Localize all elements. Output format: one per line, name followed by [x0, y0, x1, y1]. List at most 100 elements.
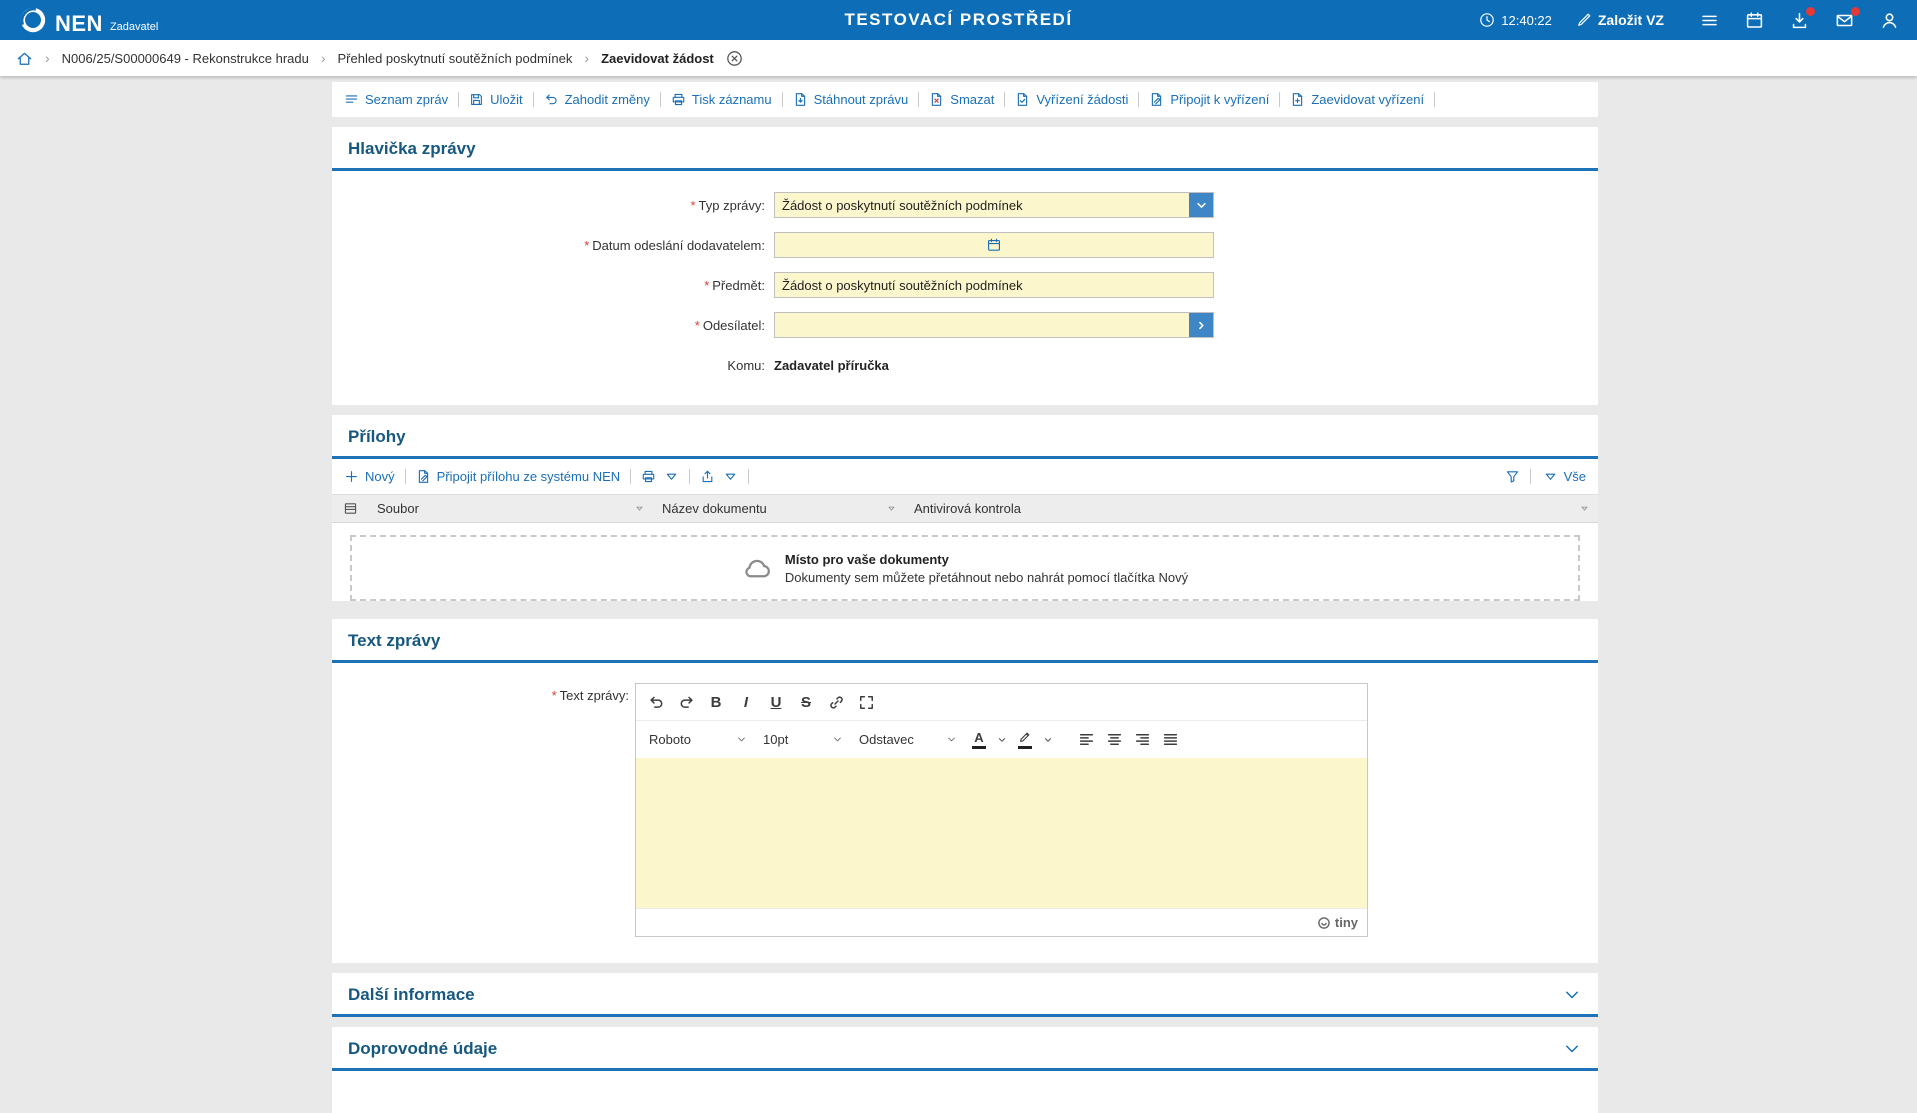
section-accompanying-data: Doprovodné údaje — [332, 1027, 1598, 1113]
align-justify-button[interactable] — [1156, 726, 1184, 754]
nen-home-link[interactable]: NEN Zadavatel — [18, 5, 158, 35]
list-icon — [344, 92, 359, 107]
align-right-icon — [1134, 731, 1151, 748]
calendar-icon — [1745, 11, 1764, 30]
toolbar-seznam-zprav[interactable]: Seznam zpráv — [344, 92, 448, 107]
filter-caret-icon[interactable] — [887, 504, 896, 513]
dropzone-subtitle: Dokumenty sem můžete přetáhnout nebo nah… — [785, 570, 1188, 585]
brand-name: NEN — [55, 13, 103, 35]
toolbar-smazat[interactable]: Smazat — [929, 92, 994, 107]
breadcrumb-item-current: Zaevidovat žádost — [601, 51, 714, 66]
column-header-soubor: Soubor — [368, 495, 653, 522]
font-size-select[interactable]: 10pt — [756, 726, 850, 754]
divider — [533, 92, 534, 107]
undo-button[interactable] — [642, 688, 670, 716]
pencil-icon — [1576, 12, 1592, 28]
toolbar-zahodit-zmeny[interactable]: Zahodit změny — [544, 92, 650, 107]
brand-subtitle: Zadavatel — [110, 20, 158, 35]
home-icon[interactable] — [16, 50, 33, 67]
predmet-input[interactable] — [774, 272, 1214, 298]
main-menu-button[interactable] — [1700, 11, 1719, 30]
divider — [918, 92, 919, 107]
align-right-button[interactable] — [1128, 726, 1156, 754]
toolbar-vyrizeni-zadosti[interactable]: Vyřízení žádosti — [1015, 92, 1128, 107]
export-icon — [700, 469, 715, 484]
profile-button[interactable] — [1880, 11, 1899, 30]
text-color-caret[interactable] — [994, 726, 1010, 754]
attach-from-nen-button[interactable]: Připojit přílohu ze systému NEN — [416, 469, 621, 484]
downloads-button[interactable] — [1790, 11, 1809, 30]
section-title-dalsi-informace: Další informace — [348, 985, 475, 1005]
undo-icon — [648, 694, 665, 711]
undo-icon — [544, 92, 559, 107]
redo-button[interactable] — [672, 688, 700, 716]
open-picker-arrow-icon[interactable] — [1189, 313, 1213, 337]
fullscreen-button[interactable] — [852, 688, 880, 716]
font-family-select[interactable]: Roboto — [642, 726, 754, 754]
filter-caret-icon[interactable] — [1580, 504, 1589, 513]
calendar-button[interactable] — [1745, 11, 1764, 30]
header-actions: 12:40:22 Založit VZ — [1479, 11, 1899, 30]
underline-button[interactable]: U — [762, 688, 790, 716]
filter-caret-icon[interactable] — [635, 504, 644, 513]
highlighter-icon — [1018, 730, 1032, 744]
align-left-icon — [1078, 731, 1095, 748]
insert-link-button[interactable] — [822, 688, 850, 716]
toolbar-ulozit[interactable]: Uložit — [469, 92, 523, 107]
text-color-button[interactable]: A — [966, 726, 992, 754]
block-format-select[interactable]: Odstavec — [852, 726, 964, 754]
komu-value: Zadavatel příručka — [774, 358, 1214, 373]
save-icon — [469, 92, 484, 107]
toolbar-zaevidovat-vyrizeni[interactable]: Zaevidovat vyřízení — [1290, 92, 1424, 107]
section-message-header: Hlavička zprávy *Typ zprávy: Žádost o po… — [332, 127, 1598, 405]
toolbar-stahnout-zpravu[interactable]: Stáhnout zprávu — [793, 92, 909, 107]
messages-button[interactable] — [1835, 11, 1854, 30]
field-label-predmet: *Předmět: — [332, 278, 774, 293]
view-all-button[interactable]: Vše — [1541, 469, 1586, 484]
editor-textarea[interactable] — [636, 758, 1367, 908]
bold-button[interactable]: B — [702, 688, 730, 716]
expand-chevron-icon[interactable] — [1562, 1039, 1582, 1059]
file-dropzone[interactable]: Místo pro vaše dokumenty Dokumenty sem m… — [350, 535, 1580, 601]
strikethrough-button[interactable]: S — [792, 688, 820, 716]
highlight-color-button[interactable] — [1012, 726, 1038, 754]
highlight-color-bar — [1018, 746, 1032, 749]
expand-chevron-icon[interactable] — [1562, 985, 1582, 1005]
column-settings-button[interactable] — [332, 495, 368, 522]
filter-button[interactable] — [1505, 469, 1520, 484]
italic-button[interactable]: I — [732, 688, 760, 716]
editor-statusbar: tiny — [636, 908, 1367, 936]
typ-zpravy-select[interactable]: Žádost o poskytnutí soutěžních podmínek — [774, 192, 1214, 218]
required-mark: * — [704, 278, 709, 293]
form-row: *Datum odeslání dodavatelem: — [332, 225, 1598, 265]
command-toolbar: Seznam zpráv Uložit Zahodit změny Tisk z… — [332, 82, 1598, 117]
new-attachment-button[interactable]: Nový — [344, 469, 395, 484]
calendar-icon[interactable] — [987, 238, 1002, 253]
form-row: *Typ zprávy: Žádost o poskytnutí soutěžn… — [332, 185, 1598, 225]
editor-toolbar-row-1: B I U S — [636, 684, 1367, 721]
clock-time: 12:40:22 — [1501, 13, 1552, 28]
create-vz-button[interactable]: Založit VZ — [1576, 12, 1664, 28]
toolbar-pripojit-k-vyrizeni[interactable]: Připojit k vyřízení — [1149, 92, 1269, 107]
highlight-color-caret[interactable] — [1040, 726, 1056, 754]
divider — [1434, 92, 1435, 107]
divider — [782, 92, 783, 107]
rich-text-editor: B I U S Roboto 10pt Odstavec A — [635, 683, 1368, 937]
form-row: *Předmět: — [332, 265, 1598, 305]
align-center-button[interactable] — [1100, 726, 1128, 754]
field-label-typ-zpravy: *Typ zprávy: — [332, 198, 774, 213]
close-page-icon[interactable] — [726, 50, 743, 67]
plus-icon — [344, 469, 359, 484]
text-color-bar — [972, 746, 986, 749]
divider — [1004, 92, 1005, 107]
document-plus-icon — [1290, 92, 1305, 107]
chevron-down-icon[interactable] — [1189, 193, 1213, 217]
print-attachments-button[interactable] — [641, 469, 679, 484]
breadcrumb-item-overview[interactable]: Přehled poskytnutí soutěžních podmínek — [338, 51, 573, 66]
chevron-down-icon — [946, 734, 957, 745]
export-attachments-button[interactable] — [700, 469, 738, 484]
odesilatel-picker[interactable] — [774, 312, 1214, 338]
align-left-button[interactable] — [1072, 726, 1100, 754]
breadcrumb-item-contract[interactable]: N006/25/S00000649 - Rekonstrukce hradu — [62, 51, 309, 66]
toolbar-tisk-zaznamu[interactable]: Tisk záznamu — [671, 92, 772, 107]
